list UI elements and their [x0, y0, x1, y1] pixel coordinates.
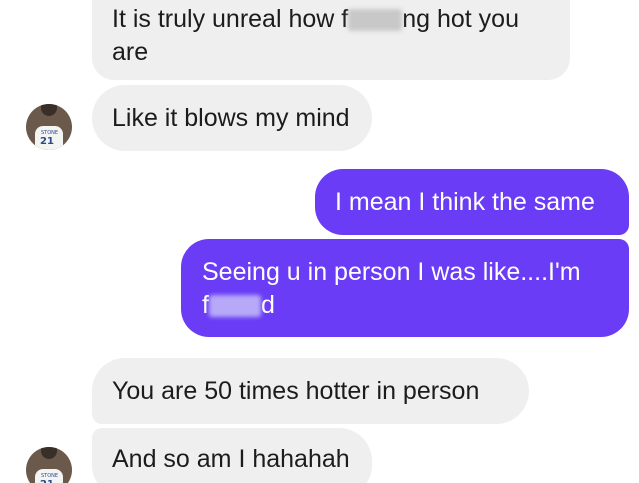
- jersey-number: 21: [40, 136, 54, 147]
- outgoing-message-bubble[interactable]: I mean I think the same: [315, 169, 629, 235]
- censored-text-blur: [348, 9, 403, 32]
- message-text: are: [112, 38, 149, 66]
- incoming-message-bubble[interactable]: Like it blows my mind: [92, 85, 372, 151]
- message-line: are: [112, 36, 550, 69]
- message-text: It is truly unreal how f: [112, 5, 349, 33]
- message-text: I mean I think the same: [335, 188, 595, 216]
- incoming-message-bubble[interactable]: You are 50 times hotter in person: [92, 358, 529, 424]
- message-line: Seeing u in person I was like....I'm: [202, 256, 609, 289]
- outgoing-message-bubble[interactable]: Seeing u in person I was like....I'm fd: [181, 239, 629, 337]
- message-text: ng hot you: [402, 5, 519, 33]
- message-line: fd: [202, 289, 609, 322]
- message-text: d: [260, 291, 275, 319]
- censored-text-blur: [208, 295, 261, 318]
- message-text: And so am I hahahah: [112, 445, 350, 473]
- contact-avatar[interactable]: STONE 21: [26, 447, 72, 483]
- message-text: Like it blows my mind: [112, 104, 350, 132]
- message-line: It is truly unreal how f ng hot you: [112, 3, 550, 36]
- message-thread: It is truly unreal how f ng hot you are S…: [0, 0, 639, 483]
- incoming-message-bubble[interactable]: It is truly unreal how f ng hot you are: [92, 0, 570, 80]
- message-text: Seeing u in person I was like....I'm: [202, 258, 581, 286]
- jersey-number: 21: [40, 479, 54, 483]
- incoming-message-bubble[interactable]: And so am I hahahah: [92, 428, 372, 483]
- message-text: You are 50 times hotter in person: [112, 377, 480, 405]
- message-text: f: [202, 291, 209, 319]
- contact-avatar[interactable]: STONE 21: [26, 104, 72, 150]
